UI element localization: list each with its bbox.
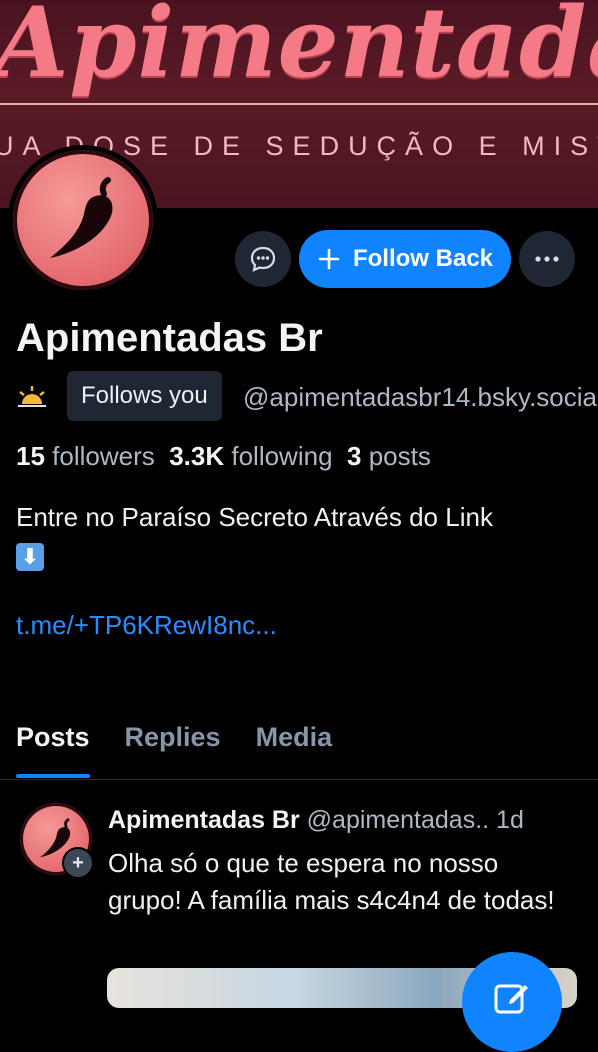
post-author-name[interactable]: Apimentadas Br xyxy=(108,806,300,834)
banner-title: Apimentadas Br xyxy=(0,0,598,99)
followers-label: followers xyxy=(52,441,155,471)
posts-count: 3 xyxy=(346,441,362,471)
compose-button[interactable] xyxy=(462,952,562,1052)
tabs-divider xyxy=(0,779,598,780)
chat-bubble-icon xyxy=(250,246,276,272)
sunrise-icon xyxy=(16,384,48,415)
profile-avatar[interactable] xyxy=(8,145,158,295)
bio-link[interactable]: t.me/+TP6KRewI8nc... xyxy=(16,610,277,641)
down-arrow-emoji-icon: ⬇ xyxy=(16,543,44,572)
profile-tabs: Posts Replies Media xyxy=(16,722,332,778)
profile-handle: @apimentadasbr14.bsky.social xyxy=(243,382,598,412)
follows-you-label: Follows you xyxy=(81,382,208,409)
profile-bio: Entre no Paraíso Secreto Através do Link… xyxy=(16,500,586,572)
following-count: 3.3K xyxy=(169,441,225,471)
tab-media[interactable]: Media xyxy=(256,722,333,778)
post-author-handle[interactable]: @apimentadas.. xyxy=(307,806,489,834)
follow-back-button[interactable]: Follow Back xyxy=(299,230,511,288)
following-stat[interactable]: 3.3K following xyxy=(169,441,332,471)
ellipsis-icon xyxy=(535,256,559,262)
plus-icon xyxy=(318,248,340,270)
posts-label: posts xyxy=(368,441,431,471)
follow-back-label: Follow Back xyxy=(352,245,494,272)
post-text: Olha só o que te espera no nosso grupo! … xyxy=(108,848,555,915)
followers-stat[interactable]: 15 followers xyxy=(16,441,155,471)
display-name: Apimentadas Br xyxy=(16,316,323,360)
followers-count: 15 xyxy=(16,441,45,471)
chili-pepper-icon xyxy=(50,177,113,258)
message-button[interactable] xyxy=(235,231,291,287)
posts-stat: 3 posts xyxy=(347,441,431,471)
post-time: 1d xyxy=(496,806,524,834)
bio-text: Entre no Paraíso Secreto Através do Link xyxy=(16,502,493,532)
following-label: following xyxy=(231,441,333,471)
profile-stats: 15 followers 3.3K following 3 posts xyxy=(16,441,431,472)
chili-pepper-logo xyxy=(13,150,153,290)
compose-icon xyxy=(494,984,528,1014)
follow-plus-icon[interactable]: + xyxy=(62,847,94,879)
tab-replies[interactable]: Replies xyxy=(125,722,221,778)
follows-you-badge: Follows you xyxy=(67,371,222,421)
more-options-button[interactable] xyxy=(519,231,575,287)
tab-posts[interactable]: Posts xyxy=(16,722,90,778)
banner-divider xyxy=(0,103,598,105)
post-header: Apimentadas Br @apimentadas.. 1d xyxy=(108,806,524,835)
